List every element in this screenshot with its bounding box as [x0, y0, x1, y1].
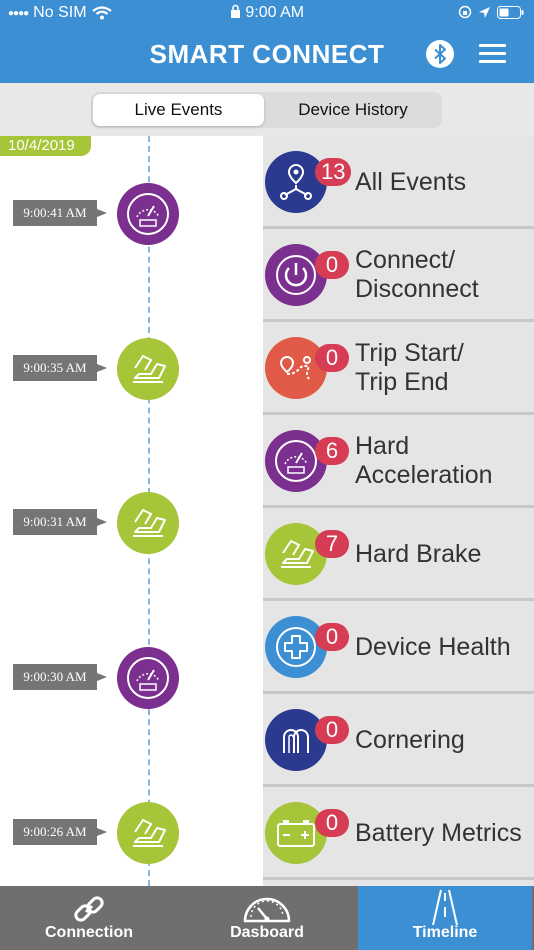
event-time: 9:00:26 AM	[13, 819, 107, 845]
speedometer-icon	[117, 183, 179, 245]
timeline-event[interactable]: 9:00:35 AM	[0, 337, 263, 401]
event-count-badge: 0	[315, 623, 349, 651]
event-time: 9:00:41 AM	[13, 200, 107, 226]
event-type-label: Trip Start/ Trip End	[355, 339, 464, 396]
event-type-label: Cornering	[355, 726, 465, 754]
trip-route-icon	[265, 337, 327, 399]
power-icon	[265, 244, 327, 306]
event-count-badge: 0	[315, 251, 349, 279]
tab-connection[interactable]: Connection	[0, 886, 178, 950]
event-count-badge: 6	[315, 437, 349, 465]
location-arrow-icon	[479, 6, 490, 18]
tab-dashboard[interactable]: Dasboard	[178, 886, 356, 950]
tab-label: Dasboard	[230, 924, 304, 941]
gauge-icon	[243, 897, 291, 923]
tab-live-events[interactable]: Live Events	[93, 94, 264, 126]
event-type-connect-disconnect[interactable]: 0 Connect/ Disconnect	[263, 229, 534, 322]
event-time: 9:00:31 AM	[13, 509, 107, 535]
clock-label: 9:00 AM	[245, 4, 305, 21]
timeline-event[interactable]: 9:00:30 AM	[0, 646, 263, 710]
timeline-event[interactable]: 9:00:26 AM	[0, 801, 263, 865]
event-type-label: Battery Metrics	[355, 819, 522, 847]
event-type-all-events[interactable]: 13 All Events	[263, 136, 534, 229]
event-type-cornering[interactable]: 0 Cornering	[263, 694, 534, 787]
battery-status-icon	[497, 5, 524, 19]
event-time: 9:00:30 AM	[13, 664, 107, 690]
timeline-event[interactable]: 9:00:31 AM	[0, 491, 263, 555]
tab-label: Timeline	[412, 924, 478, 941]
event-type-label: Connect/ Disconnect	[355, 246, 479, 303]
event-type-label: Device Health	[355, 633, 511, 661]
event-count-badge: 0	[315, 809, 349, 837]
event-count-badge: 0	[315, 716, 349, 744]
bottom-tab-bar: Connection Dasboard Timeline	[0, 886, 534, 950]
brake-pedal-icon	[117, 338, 179, 400]
brake-pedal-icon	[117, 802, 179, 864]
brake-pedal-icon	[117, 492, 179, 554]
app-header: ●●●● No SIM 9:00 AM SMART CONNECT	[0, 0, 534, 83]
event-type-battery-metrics[interactable]: 0 Battery Metrics	[263, 787, 534, 880]
health-cross-icon	[265, 616, 327, 678]
segment-bar: Live Events Device History	[0, 83, 534, 136]
event-count-badge: 13	[315, 158, 352, 186]
date-tag: 10/4/2019	[0, 136, 91, 156]
tab-device-history[interactable]: Device History	[266, 94, 440, 126]
lock-icon	[230, 4, 240, 18]
speedometer-icon	[265, 430, 327, 492]
status-bar: ●●●● No SIM 9:00 AM	[0, 4, 534, 24]
event-type-trip-start-end[interactable]: 0 Trip Start/ Trip End	[263, 322, 534, 415]
event-type-device-health[interactable]: 0 Device Health	[263, 601, 534, 694]
brake-pedal-icon	[265, 523, 327, 585]
event-type-label: Hard Brake	[355, 540, 482, 568]
road-icon	[432, 889, 458, 925]
route-nodes-icon	[265, 151, 327, 213]
event-time: 9:00:35 AM	[13, 355, 107, 381]
event-type-hard-acceleration[interactable]: 6 Hard Acceleration	[263, 415, 534, 508]
event-count-badge: 0	[315, 344, 349, 372]
event-type-list[interactable]: 13 All Events 0 Connect/ Disconnect 0 Tr…	[263, 136, 534, 886]
event-type-label: All Events	[355, 168, 467, 196]
hamburger-menu-icon[interactable]	[479, 44, 506, 64]
segmented-control: Live Events Device History	[91, 92, 442, 128]
event-type-label: Hard Acceleration	[355, 432, 493, 489]
speedometer-icon	[117, 647, 179, 709]
timeline-event[interactable]: 9:00:41 AM	[0, 182, 263, 246]
tab-timeline[interactable]: Timeline	[358, 886, 532, 950]
event-count-badge: 7	[315, 530, 349, 558]
tab-label: Connection	[45, 924, 133, 941]
bluetooth-icon[interactable]	[426, 40, 454, 68]
event-type-hard-brake[interactable]: 7 Hard Brake	[263, 508, 534, 601]
event-timeline[interactable]: 10/4/2019 9:00:41 AM 9:00:35 AM 9:00:31 …	[0, 136, 263, 886]
battery-icon	[265, 802, 327, 864]
cornering-icon	[265, 709, 327, 771]
rotation-lock-icon	[458, 5, 472, 19]
link-icon	[74, 896, 104, 922]
